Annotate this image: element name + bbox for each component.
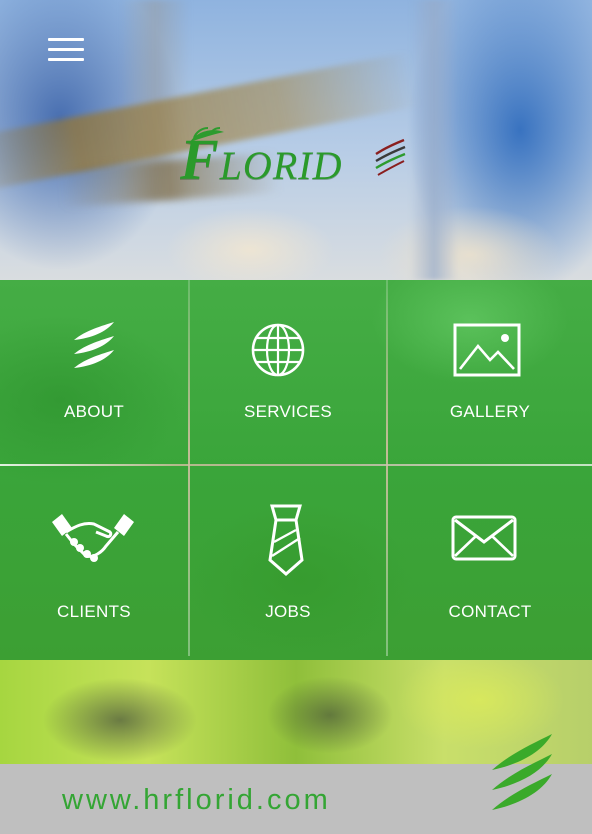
florid-waves-icon [492, 734, 552, 810]
tile-contact-label: CONTACT [448, 602, 532, 621]
logo-wordmark: FLORID [180, 127, 343, 192]
tile-jobs-label: JOBS [265, 602, 311, 621]
main-menu-grid: ABOUT SERVICES GALLERY CLIENTS JOBS CONT… [0, 280, 592, 660]
handshake-icon [52, 514, 134, 562]
tile-services[interactable]: SERVICES [190, 280, 386, 464]
tile-about[interactable]: ABOUT [0, 280, 188, 464]
tile-jobs[interactable]: JOBS [190, 466, 386, 656]
tile-clients[interactable]: CLIENTS [0, 466, 188, 656]
hamburger-menu-button[interactable] [48, 38, 84, 62]
tile-about-label: ABOUT [63, 402, 125, 421]
website-link[interactable]: www.hrflorid.com [62, 784, 331, 817]
tile-clients-label: CLIENTS [57, 602, 131, 621]
tile-contact[interactable]: CONTACT [388, 466, 592, 656]
hero-background-pole [410, 0, 458, 280]
tile-gallery[interactable]: GALLERY [388, 280, 592, 464]
tile-services-label: SERVICES [243, 402, 333, 421]
envelope-icon [451, 515, 517, 561]
waves-icon [74, 322, 114, 368]
image-icon [453, 323, 521, 377]
florid-logo: FLORID [180, 124, 410, 192]
globe-icon [251, 323, 305, 377]
hero-banner: FLORID [0, 0, 592, 280]
tile-gallery-label: GALLERY [449, 402, 531, 421]
tie-icon [268, 504, 304, 576]
